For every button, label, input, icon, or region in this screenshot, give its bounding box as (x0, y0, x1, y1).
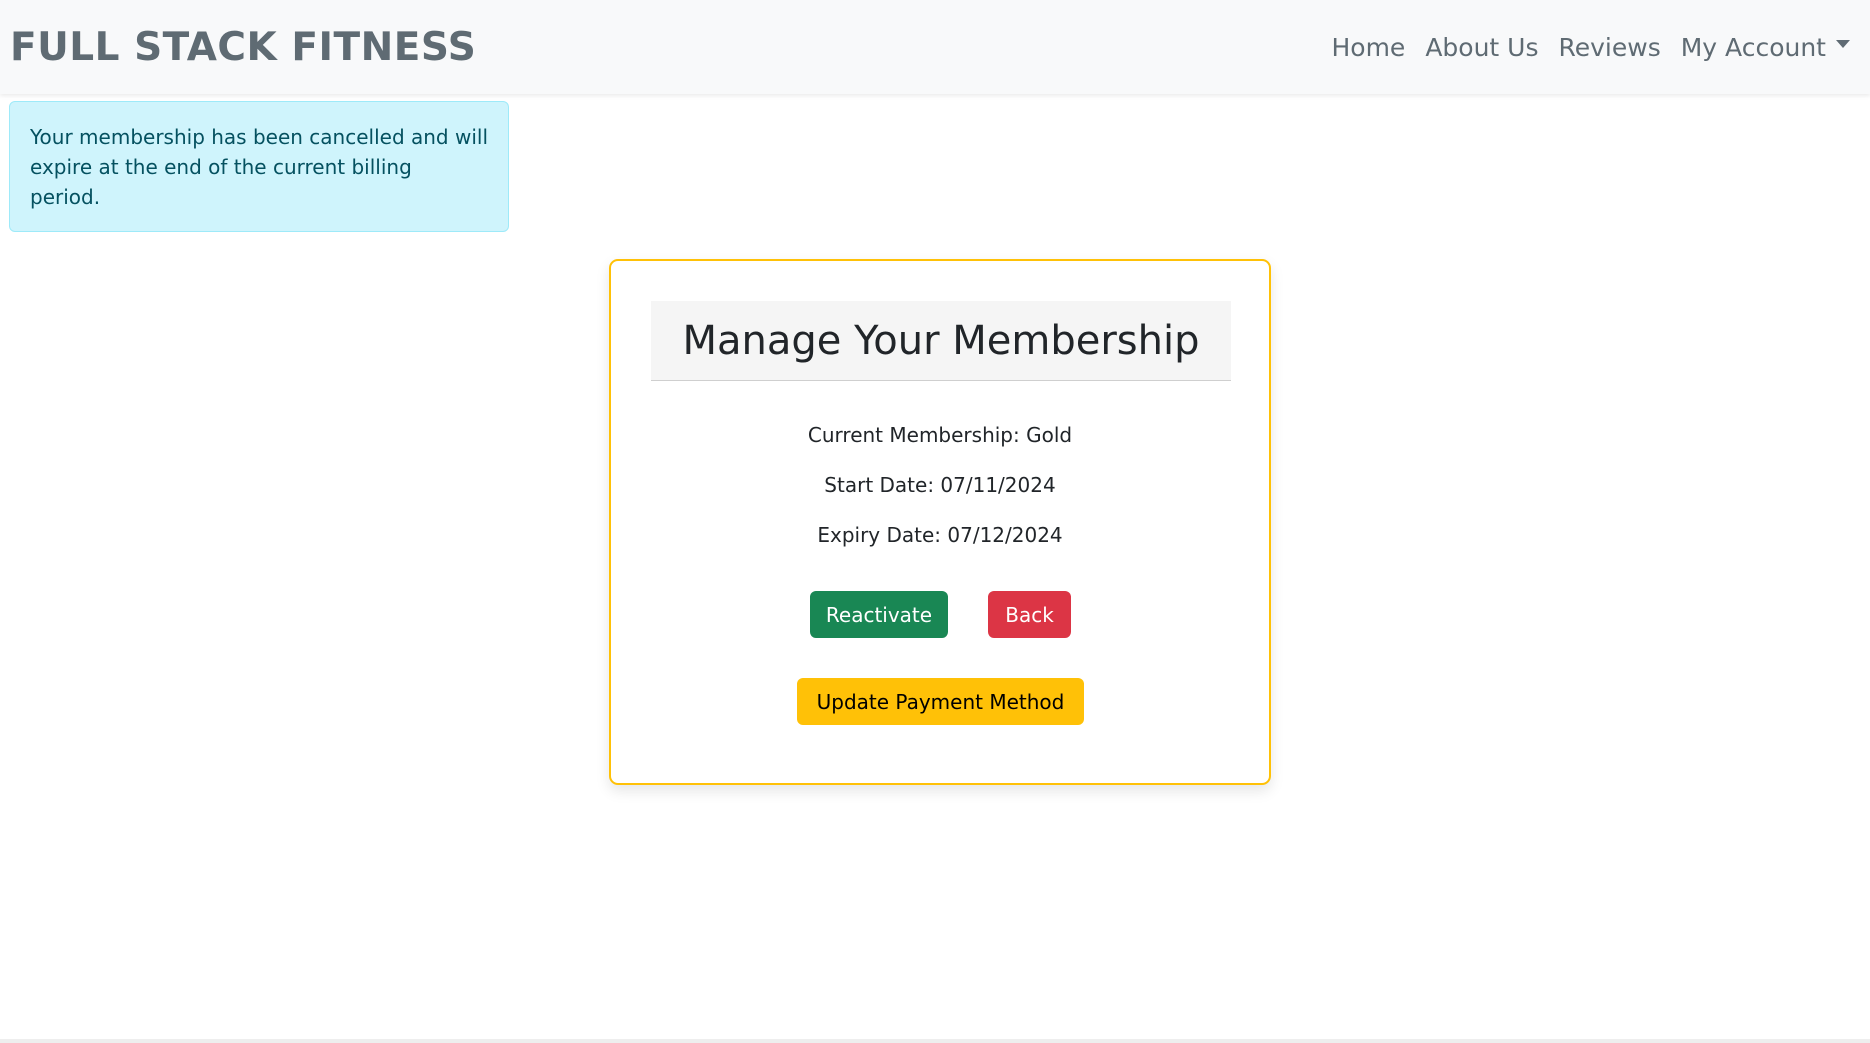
start-date-text: Start Date: 07/11/2024 (824, 473, 1056, 497)
card-title: Manage Your Membership (682, 317, 1200, 364)
back-button[interactable]: Back (988, 591, 1071, 638)
card-header: Manage Your Membership (651, 301, 1231, 381)
brand-logo-link[interactable]: FULL STACK FITNESS (10, 25, 476, 70)
page: FULL STACK FITNESS Home About Us Reviews… (0, 0, 1870, 1043)
nav-links: Home About Us Reviews My Account (1321, 33, 1860, 62)
nav-dropdown-label: My Account (1680, 32, 1826, 62)
nav-link-home[interactable]: Home (1321, 33, 1415, 62)
update-payment-method-button[interactable]: Update Payment Method (797, 678, 1084, 725)
membership-card: Manage Your Membership Current Membershi… (609, 259, 1271, 785)
info-alert: Your membership has been cancelled and w… (9, 101, 509, 232)
expiry-date-text: Expiry Date: 07/12/2024 (817, 523, 1063, 547)
alert-message: Your membership has been cancelled and w… (30, 125, 489, 209)
page-bottom-divider (0, 1039, 1870, 1043)
caret-down-icon (1836, 40, 1850, 48)
current-membership-text: Current Membership: Gold (807, 423, 1073, 447)
reactivate-button[interactable]: Reactivate (810, 591, 948, 638)
nav-link-reviews[interactable]: Reviews (1549, 33, 1671, 62)
nav-dropdown-my-account[interactable]: My Account (1671, 33, 1860, 62)
navbar: FULL STACK FITNESS Home About Us Reviews… (0, 0, 1870, 94)
nav-link-about-us[interactable]: About Us (1415, 33, 1548, 62)
